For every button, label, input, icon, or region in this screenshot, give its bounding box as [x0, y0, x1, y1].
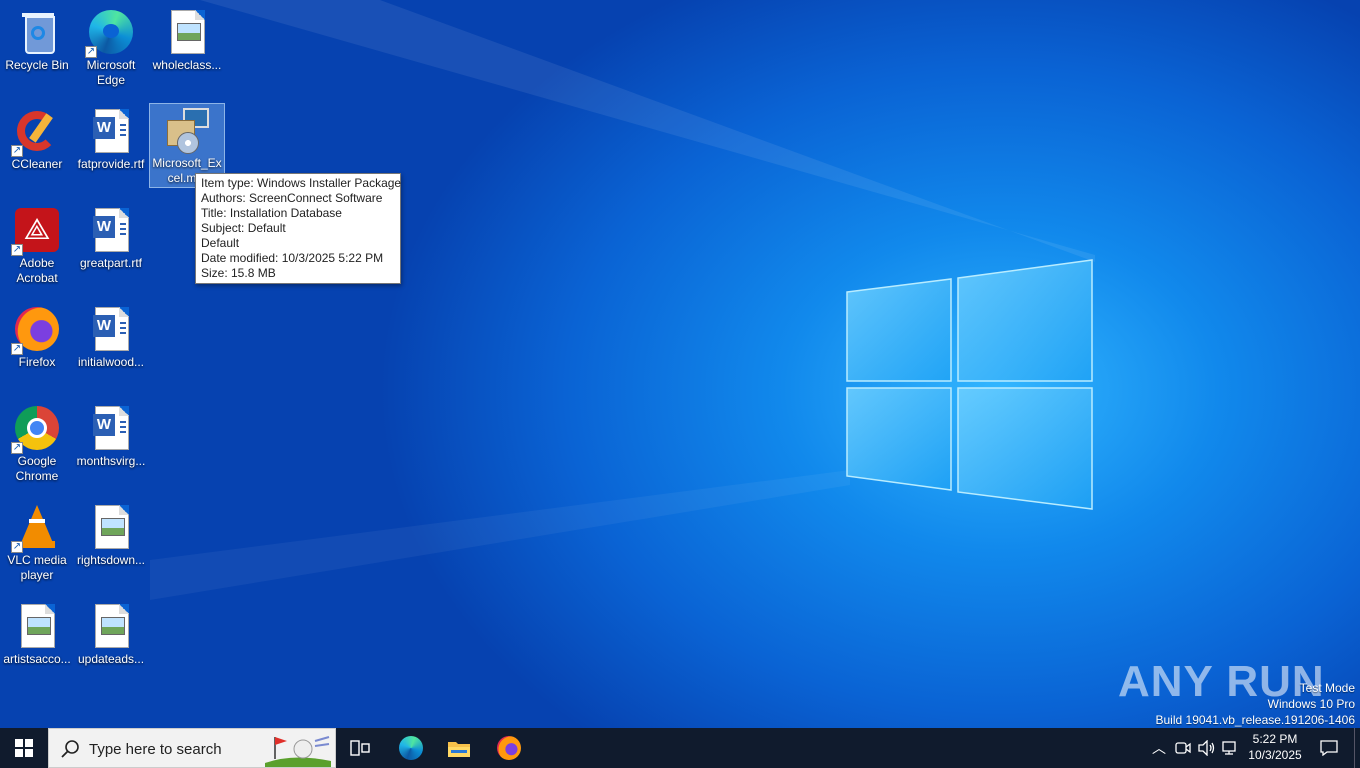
taskbar-clock[interactable]: 5:22 PM 10/3/2025: [1240, 731, 1310, 763]
image-file-icon: [87, 503, 135, 551]
desktop-icon-image-file[interactable]: artistsacco...: [0, 596, 74, 667]
desktop-icon-label: CCleaner: [11, 157, 63, 171]
word-document-icon: W: [87, 305, 135, 353]
tooltip-line: Item type: Windows Installer Package: [201, 176, 402, 190]
image-file-icon: [87, 602, 135, 650]
search-placeholder: Type here to search: [89, 741, 222, 758]
desktop-icon-image-file[interactable]: rightsdown...: [74, 497, 148, 568]
desktop-icon-label: Recycle Bin: [5, 58, 69, 72]
notification-icon: [1320, 740, 1338, 756]
search-icon: [61, 740, 79, 758]
volume-icon: [1198, 740, 1215, 756]
windows-start-icon: [15, 739, 33, 757]
desktop-icon-recycle-bin[interactable]: Recycle Bin: [0, 2, 74, 73]
taskbar-file-explorer-button[interactable]: [438, 728, 480, 768]
desktop-icon-image-file[interactable]: updateads...: [74, 596, 148, 667]
recycle-bin-icon: [13, 8, 61, 56]
word-document-icon: W: [87, 206, 135, 254]
word-document-icon: W: [87, 404, 135, 452]
shortcut-arrow-icon: ↗: [11, 442, 23, 454]
shortcut-arrow-icon: ↗: [11, 145, 23, 157]
meet-now-icon: [1175, 742, 1191, 754]
chevron-up-icon: ︿: [1152, 740, 1166, 756]
file-properties-tooltip: Item type: Windows Installer Package Aut…: [195, 173, 401, 284]
desktop-icon-label: initialwood...: [77, 355, 145, 369]
shortcut-arrow-icon: ↗: [11, 541, 23, 553]
desktop-icon-label: artistsacco...: [3, 652, 71, 666]
volume-button[interactable]: [1196, 728, 1218, 768]
desktop-icon-adobe-acrobat[interactable]: ⟁ ↗ Adobe Acrobat: [0, 200, 74, 286]
desktop-background: Recycle Bin ↗ CCleaner ⟁ ↗ Adobe Acrobat…: [0, 0, 1360, 728]
watermark-edition: Windows 10 Pro: [1267, 697, 1355, 711]
watermark-build: Build 19041.vb_release.191206-1406: [1155, 713, 1356, 727]
firefox-icon: [497, 736, 521, 760]
start-button[interactable]: [0, 728, 48, 768]
desktop-icon-label: greatpart.rtf: [79, 256, 143, 270]
tooltip-line: Default: [201, 236, 240, 250]
ccleaner-icon: ↗: [11, 107, 61, 157]
acrobat-icon: ⟁ ↗: [11, 206, 61, 256]
shortcut-arrow-icon: ↗: [11, 343, 23, 355]
show-desktop-button[interactable]: [1354, 728, 1360, 768]
desktop-icon-label: Google Chrome: [15, 454, 59, 483]
network-icon: [1222, 741, 1236, 755]
desktop-icon-image-file[interactable]: wholeclass...: [150, 2, 224, 73]
desktop-icon-label: VLC media player: [7, 553, 67, 582]
desktop-icon-firefox[interactable]: ↗ Firefox: [0, 299, 74, 370]
taskbar-edge-button[interactable]: [390, 728, 432, 768]
file-explorer-icon: [448, 742, 470, 757]
desktop-icon-label: wholeclass...: [152, 58, 222, 72]
desktop-icon-label: updateads...: [77, 652, 145, 666]
network-button[interactable]: [1220, 728, 1242, 768]
image-file-icon: [163, 8, 211, 56]
windows-watermark: Test Mode Windows 10 Pro Build 19041.vb_…: [1156, 680, 1356, 728]
tooltip-line: Title: Installation Database: [201, 206, 342, 220]
installer-package-icon: [163, 106, 211, 154]
edge-icon: ↗: [85, 8, 135, 58]
clock-time: 5:22 PM: [1252, 732, 1298, 746]
clock-date: 10/3/2025: [1248, 748, 1302, 762]
vlc-icon: ↗: [11, 503, 61, 553]
tooltip-line: Authors: ScreenConnect Software: [201, 191, 383, 205]
word-document-icon: W: [87, 107, 135, 155]
desktop-icon-vlc[interactable]: ↗ VLC media player: [0, 497, 74, 583]
desktop-icon-word-document[interactable]: W initialwood...: [74, 299, 148, 370]
chrome-icon: ↗: [11, 404, 61, 454]
desktop-icon-label: Firefox: [18, 355, 56, 369]
desktop-icon-label: Adobe Acrobat: [16, 256, 58, 285]
desktop-icon-label: monthsvirg...: [76, 454, 146, 468]
meet-now-button[interactable]: [1172, 728, 1194, 768]
image-file-icon: [13, 602, 61, 650]
desktop-icon-label: rightsdown...: [76, 553, 146, 567]
desktop-icon-label: Microsoft Edge: [86, 58, 136, 87]
watermark-test-mode: Test Mode: [1299, 681, 1355, 695]
taskbar-firefox-button[interactable]: [488, 728, 530, 768]
search-highlight-golf-icon: [265, 736, 331, 767]
desktop-icon-word-document[interactable]: W fatprovide.rtf: [74, 101, 148, 172]
task-view-icon: [350, 740, 370, 756]
firefox-icon: ↗: [11, 305, 61, 355]
tooltip-line: Date modified: 10/3/2025 5:22 PM: [201, 251, 384, 265]
action-center-button[interactable]: [1312, 728, 1346, 768]
tooltip-line: Size: 15.8 MB: [201, 266, 276, 280]
desktop-icon-ccleaner[interactable]: ↗ CCleaner: [0, 101, 74, 172]
shortcut-arrow-icon: ↗: [11, 244, 23, 256]
desktop-icon-word-document[interactable]: W greatpart.rtf: [74, 200, 148, 271]
shortcut-arrow-icon: ↗: [85, 46, 97, 58]
show-hidden-icons-button[interactable]: ︿: [1148, 728, 1170, 768]
edge-icon: [399, 736, 423, 760]
desktop-icon-word-document[interactable]: W monthsvirg...: [74, 398, 148, 469]
desktop-icon-microsoft-edge[interactable]: ↗ Microsoft Edge: [74, 2, 148, 88]
taskbar: Type here to search ︿ 5:22 PM 10/3/2025: [0, 728, 1360, 768]
desktop-icon-label: fatprovide.rtf: [77, 157, 145, 171]
taskbar-search-box[interactable]: Type here to search: [48, 728, 336, 768]
task-view-button[interactable]: [340, 728, 380, 768]
tooltip-line: Subject: Default: [201, 221, 286, 235]
desktop-icon-google-chrome[interactable]: ↗ Google Chrome: [0, 398, 74, 484]
